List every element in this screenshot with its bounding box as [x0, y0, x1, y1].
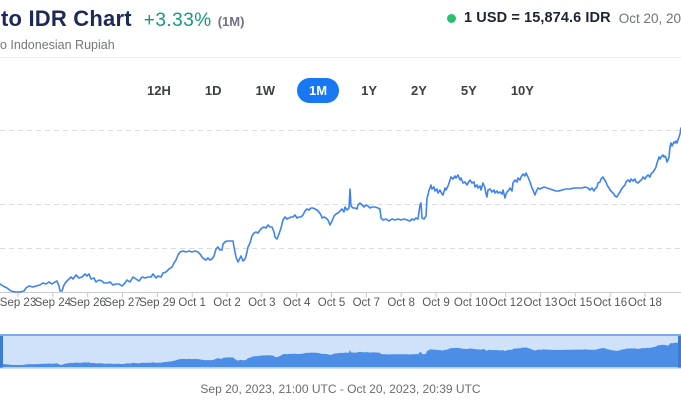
rate-line-series — [0, 128, 681, 292]
x-axis-label: Sep 27 — [104, 297, 140, 309]
navigator-left-handle[interactable] — [0, 336, 3, 368]
date-range-footer: Sep 20, 2023, 21:00 UTC - Oct 20, 2023, … — [0, 382, 681, 396]
x-axis-label: Oct 8 — [387, 297, 414, 309]
x-axis-label: Oct 1 — [178, 297, 205, 309]
range-navigator-top-line — [0, 334, 681, 336]
x-axis-label: Sep 24 — [35, 297, 71, 309]
x-axis-label: Oct 10 — [454, 297, 488, 309]
rate-line-chart[interactable] — [0, 0, 681, 400]
x-axis-label: Oct 9 — [422, 297, 449, 309]
x-axis-label: Oct 12 — [489, 297, 523, 309]
x-axis-label: Sep 29 — [139, 297, 175, 309]
x-axis-label: Oct 5 — [318, 297, 345, 309]
x-axis-label: Oct 4 — [283, 297, 310, 309]
x-axis-label: Oct 18 — [628, 297, 662, 309]
x-axis-label: Oct 2 — [213, 297, 240, 309]
x-axis-label: Sep 23 — [0, 297, 36, 309]
x-axis-label: Oct 3 — [248, 297, 275, 309]
currency-chart-page: { "header": { "title": "to IDR Chart", "… — [0, 0, 681, 400]
x-axis-label: Sep 26 — [69, 297, 105, 309]
x-axis-label: Oct 7 — [353, 297, 380, 309]
x-axis-label: Oct 16 — [593, 297, 627, 309]
x-axis-label: Oct 15 — [558, 297, 592, 309]
x-axis-label: Oct 13 — [524, 297, 558, 309]
